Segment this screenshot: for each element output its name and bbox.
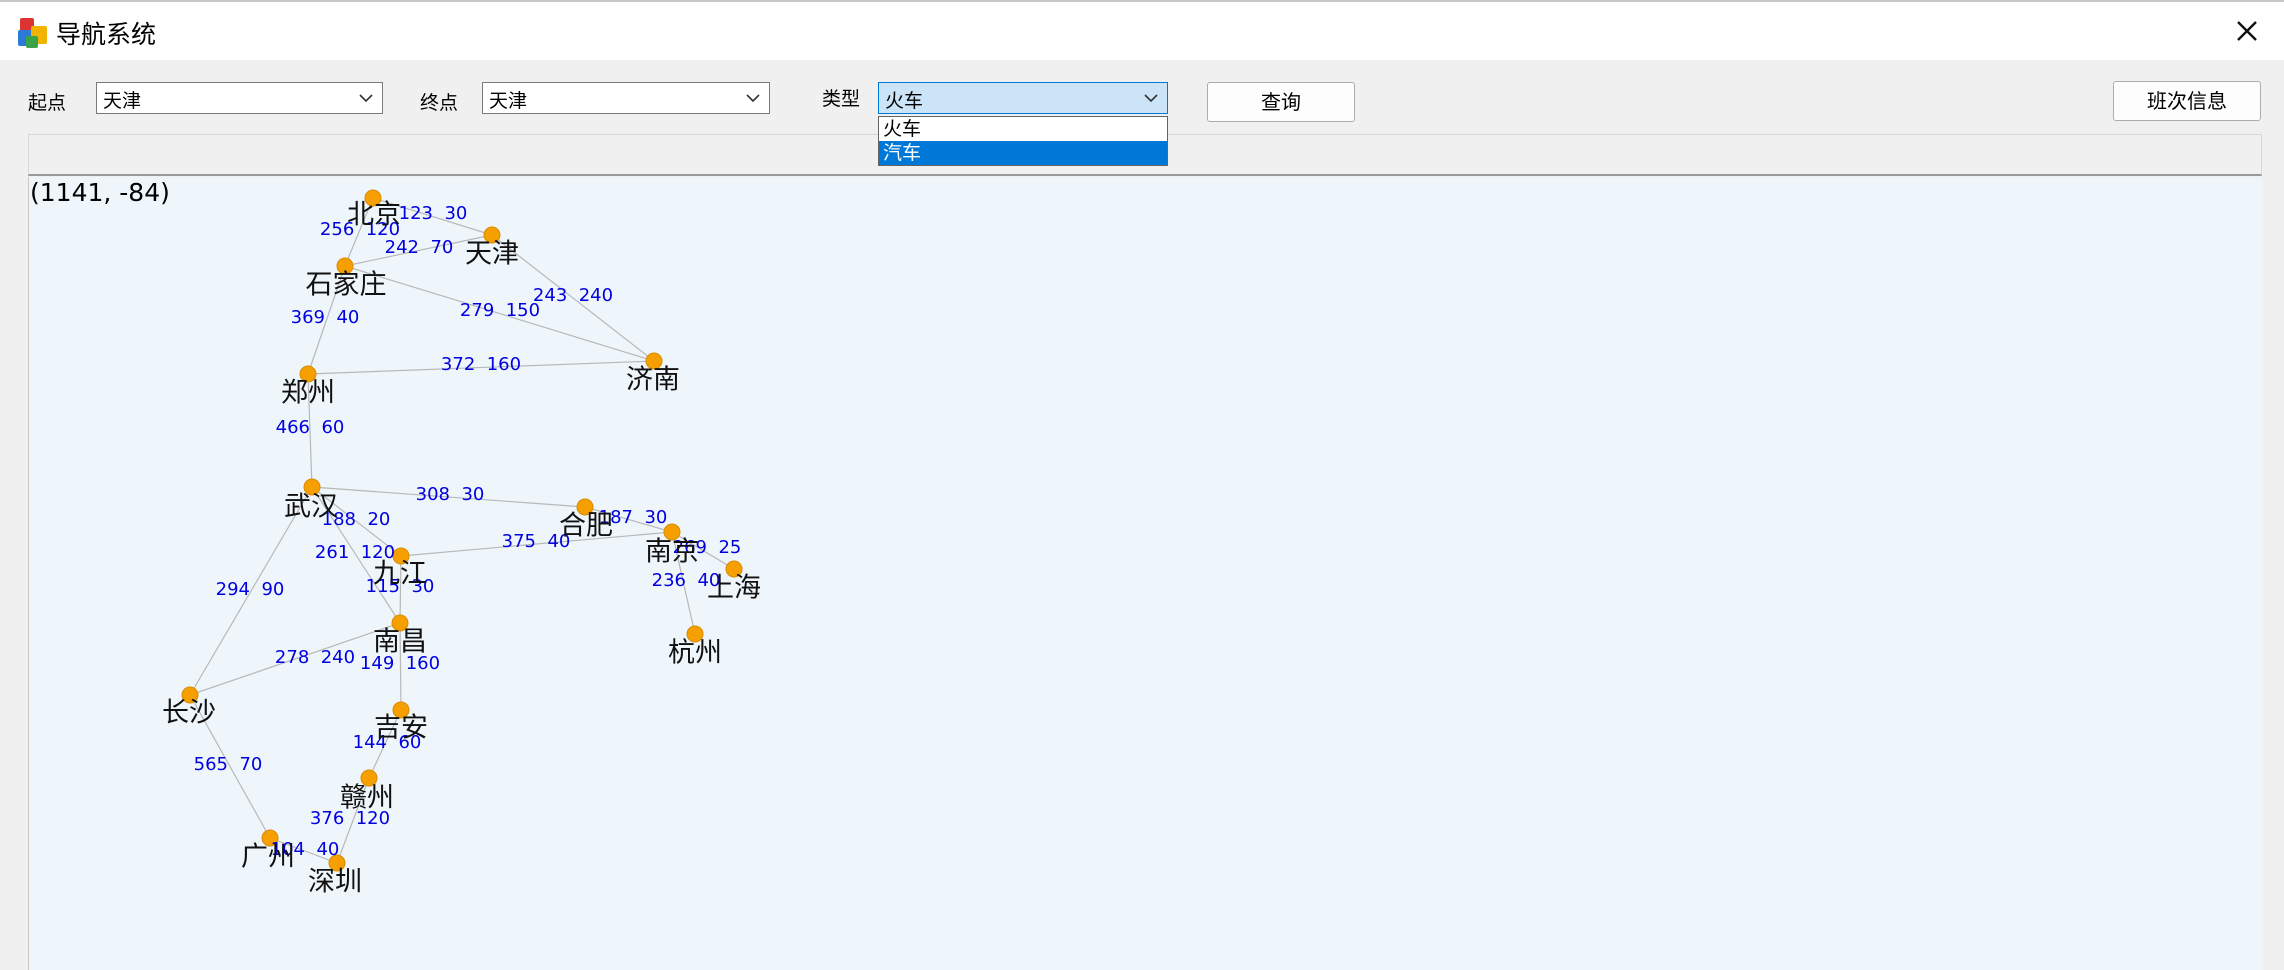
city-name-zhengzhou: 郑州 — [281, 378, 335, 409]
city-name-hangzhou: 杭州 — [668, 638, 722, 669]
route-label-shijiazhuang-zhengzhou: 369 40 — [291, 307, 360, 328]
city-name-hefei: 合肥 — [559, 511, 613, 542]
city-name-jiujiang: 九江 — [373, 559, 427, 590]
coordinate-readout: (1141, -84) — [30, 178, 170, 207]
route-label-zhengzhou-wuhan: 466 60 — [276, 417, 345, 438]
city-name-shijiazhuang: 石家庄 — [306, 270, 387, 301]
route-label-zhengzhou-jinan: 372 160 — [441, 354, 521, 375]
city-name-wuhan: 武汉 — [284, 492, 338, 523]
dropdown-option-bus[interactable]: 汽车 — [879, 141, 1167, 165]
city-name-nanchang: 南昌 — [373, 627, 427, 658]
route-label-shijiazhuang-jinan: 279 150 — [460, 300, 540, 321]
route-label-changsha-guangzhou: 565 70 — [194, 754, 263, 775]
city-name-jian: 吉安 — [374, 713, 428, 744]
route-label-changsha-nanchang: 278 240 — [275, 647, 355, 668]
city-name-jinan: 济南 — [626, 365, 680, 396]
city-name-tianjin: 天津 — [465, 239, 519, 270]
city-name-shanghai: 上海 — [707, 573, 761, 604]
route-label-tianjin-jinan: 243 240 — [533, 285, 613, 306]
city-name-changsha: 长沙 — [162, 698, 216, 729]
city-name-shenzhen: 深圳 — [308, 867, 362, 898]
route-label-beijing-tianjin: 123 30 — [399, 203, 468, 224]
city-name-guangzhou: 广州 — [241, 842, 295, 873]
city-name-ganzhou: 赣州 — [340, 783, 394, 814]
type-dropdown-list: 火车 汽车 — [878, 116, 1168, 166]
city-name-beijing: 北京 — [347, 200, 401, 231]
city-name-nanjing: 南京 — [645, 537, 699, 568]
route-label-shijiazhuang-tianjin: 242 70 — [385, 237, 454, 258]
route-label-wuhan-hefei: 308 30 — [416, 484, 485, 505]
route-label-wuhan-changsha: 294 90 — [216, 579, 285, 600]
dropdown-option-train[interactable]: 火车 — [879, 117, 1167, 141]
